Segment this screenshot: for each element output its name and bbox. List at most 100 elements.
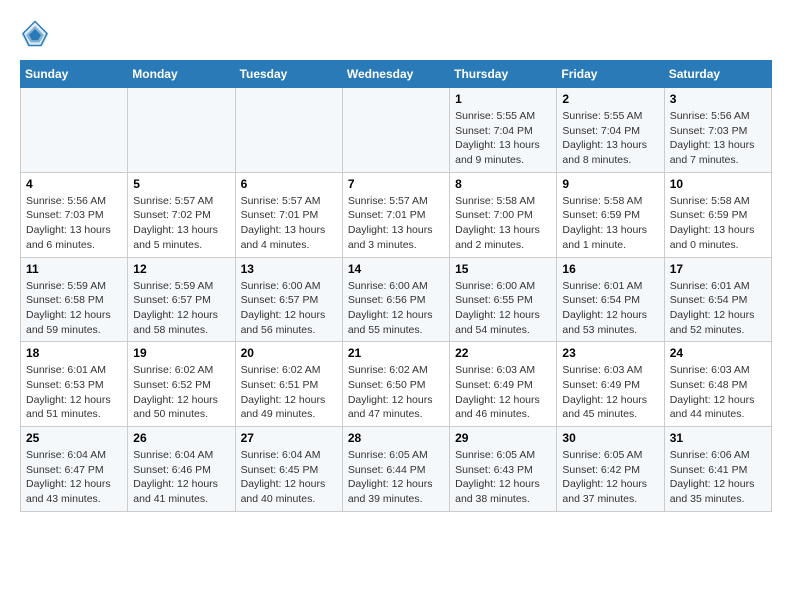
calendar-empty-cell [342,88,449,173]
day-info: Sunrise: 6:06 AM Sunset: 6:41 PM Dayligh… [670,448,766,507]
calendar-day-cell: 30 Sunrise: 6:05 AM Sunset: 6:42 PM Dayli… [557,427,664,512]
day-number: 26 [133,431,229,445]
calendar-day-cell: 14 Sunrise: 6:00 AM Sunset: 6:56 PM Dayli… [342,257,449,342]
calendar-day-cell: 21Sunrise: 6:02 AM Sunset: 6:50 PM Dayli… [342,342,449,427]
day-info: Sunrise: 5:58 AM Sunset: 7:00 PM Dayligh… [455,194,551,253]
day-info: Sunrise: 5:57 AM Sunset: 7:01 PM Dayligh… [241,194,337,253]
day-number: 4 [26,177,122,191]
calendar-day-cell: 12 Sunrise: 5:59 AM Sunset: 6:57 PM Dayli… [128,257,235,342]
calendar-day-cell: 31 Sunrise: 6:06 AM Sunset: 6:41 PM Dayli… [664,427,771,512]
day-info: Sunrise: 6:04 AM Sunset: 6:46 PM Dayligh… [133,448,229,507]
calendar-day-cell: 5Sunrise: 5:57 AM Sunset: 7:02 PM Daylig… [128,172,235,257]
calendar-week-row: 11 Sunrise: 5:59 AM Sunset: 6:58 PM Dayli… [21,257,772,342]
calendar-day-cell: 15Sunrise: 6:00 AM Sunset: 6:55 PM Dayli… [450,257,557,342]
day-info: Sunrise: 6:01 AM Sunset: 6:53 PM Dayligh… [26,363,122,422]
day-info: Sunrise: 6:03 AM Sunset: 6:48 PM Dayligh… [670,363,766,422]
calendar-day-cell: 19Sunrise: 6:02 AM Sunset: 6:52 PM Dayli… [128,342,235,427]
header-monday: Monday [128,61,235,88]
day-number: 28 [348,431,444,445]
day-info: Sunrise: 5:56 AM Sunset: 7:03 PM Dayligh… [26,194,122,253]
calendar-day-cell: 27 Sunrise: 6:04 AM Sunset: 6:45 PM Dayli… [235,427,342,512]
calendar-day-cell: 9 Sunrise: 5:58 AM Sunset: 6:59 PM Daylig… [557,172,664,257]
calendar-day-cell: 16Sunrise: 6:01 AM Sunset: 6:54 PM Dayli… [557,257,664,342]
header-tuesday: Tuesday [235,61,342,88]
calendar-day-cell: 23 Sunrise: 6:03 AM Sunset: 6:49 PM Dayli… [557,342,664,427]
day-number: 29 [455,431,551,445]
day-number: 11 [26,262,122,276]
day-info: Sunrise: 5:59 AM Sunset: 6:57 PM Dayligh… [133,279,229,338]
logo [20,20,56,50]
calendar-day-cell: 11 Sunrise: 5:59 AM Sunset: 6:58 PM Dayli… [21,257,128,342]
day-info: Sunrise: 6:04 AM Sunset: 6:45 PM Dayligh… [241,448,337,507]
day-number: 17 [670,262,766,276]
day-info: Sunrise: 6:05 AM Sunset: 6:43 PM Dayligh… [455,448,551,507]
day-number: 31 [670,431,766,445]
day-info: Sunrise: 6:03 AM Sunset: 6:49 PM Dayligh… [562,363,658,422]
calendar-header-row: SundayMondayTuesdayWednesdayThursdayFrid… [21,61,772,88]
day-info: Sunrise: 5:59 AM Sunset: 6:58 PM Dayligh… [26,279,122,338]
day-number: 7 [348,177,444,191]
day-number: 27 [241,431,337,445]
day-info: Sunrise: 5:58 AM Sunset: 6:59 PM Dayligh… [670,194,766,253]
day-info: Sunrise: 5:58 AM Sunset: 6:59 PM Dayligh… [562,194,658,253]
header-thursday: Thursday [450,61,557,88]
calendar-empty-cell [128,88,235,173]
header-wednesday: Wednesday [342,61,449,88]
calendar-day-cell: 13 Sunrise: 6:00 AM Sunset: 6:57 PM Dayli… [235,257,342,342]
day-number: 8 [455,177,551,191]
calendar-week-row: 4 Sunrise: 5:56 AM Sunset: 7:03 PM Daylig… [21,172,772,257]
calendar-day-cell: 20 Sunrise: 6:02 AM Sunset: 6:51 PM Dayli… [235,342,342,427]
calendar-day-cell: 22 Sunrise: 6:03 AM Sunset: 6:49 PM Dayli… [450,342,557,427]
day-number: 3 [670,92,766,106]
day-info: Sunrise: 6:00 AM Sunset: 6:57 PM Dayligh… [241,279,337,338]
calendar-day-cell: 28 Sunrise: 6:05 AM Sunset: 6:44 PM Dayli… [342,427,449,512]
day-info: Sunrise: 5:55 AM Sunset: 7:04 PM Dayligh… [455,109,551,168]
calendar-empty-cell [235,88,342,173]
calendar-day-cell: 18 Sunrise: 6:01 AM Sunset: 6:53 PM Dayli… [21,342,128,427]
day-number: 1 [455,92,551,106]
calendar-week-row: 18 Sunrise: 6:01 AM Sunset: 6:53 PM Dayli… [21,342,772,427]
calendar-day-cell: 7Sunrise: 5:57 AM Sunset: 7:01 PM Daylig… [342,172,449,257]
day-info: Sunrise: 6:02 AM Sunset: 6:51 PM Dayligh… [241,363,337,422]
day-info: Sunrise: 6:01 AM Sunset: 6:54 PM Dayligh… [670,279,766,338]
calendar-day-cell: 10 Sunrise: 5:58 AM Sunset: 6:59 PM Dayli… [664,172,771,257]
day-info: Sunrise: 6:01 AM Sunset: 6:54 PM Dayligh… [562,279,658,338]
day-number: 10 [670,177,766,191]
day-number: 25 [26,431,122,445]
day-info: Sunrise: 6:00 AM Sunset: 6:56 PM Dayligh… [348,279,444,338]
page-header [20,20,772,50]
day-number: 30 [562,431,658,445]
day-number: 6 [241,177,337,191]
calendar-week-row: 1 Sunrise: 5:55 AM Sunset: 7:04 PM Daylig… [21,88,772,173]
day-number: 2 [562,92,658,106]
calendar-day-cell: 29 Sunrise: 6:05 AM Sunset: 6:43 PM Dayli… [450,427,557,512]
day-number: 9 [562,177,658,191]
day-number: 5 [133,177,229,191]
day-info: Sunrise: 6:03 AM Sunset: 6:49 PM Dayligh… [455,363,551,422]
day-info: Sunrise: 6:04 AM Sunset: 6:47 PM Dayligh… [26,448,122,507]
day-number: 22 [455,346,551,360]
calendar-day-cell: 26 Sunrise: 6:04 AM Sunset: 6:46 PM Dayli… [128,427,235,512]
day-info: Sunrise: 6:05 AM Sunset: 6:42 PM Dayligh… [562,448,658,507]
logo-icon [20,20,50,50]
day-number: 18 [26,346,122,360]
day-number: 19 [133,346,229,360]
calendar-day-cell: 3 Sunrise: 5:56 AM Sunset: 7:03 PM Daylig… [664,88,771,173]
day-number: 14 [348,262,444,276]
day-info: Sunrise: 6:02 AM Sunset: 6:50 PM Dayligh… [348,363,444,422]
calendar-day-cell: 24Sunrise: 6:03 AM Sunset: 6:48 PM Dayli… [664,342,771,427]
day-info: Sunrise: 5:55 AM Sunset: 7:04 PM Dayligh… [562,109,658,168]
calendar-day-cell: 2 Sunrise: 5:55 AM Sunset: 7:04 PM Daylig… [557,88,664,173]
day-number: 12 [133,262,229,276]
day-number: 23 [562,346,658,360]
day-info: Sunrise: 6:00 AM Sunset: 6:55 PM Dayligh… [455,279,551,338]
calendar-table: SundayMondayTuesdayWednesdayThursdayFrid… [20,60,772,512]
calendar-day-cell: 6 Sunrise: 5:57 AM Sunset: 7:01 PM Daylig… [235,172,342,257]
header-saturday: Saturday [664,61,771,88]
day-number: 20 [241,346,337,360]
day-info: Sunrise: 5:56 AM Sunset: 7:03 PM Dayligh… [670,109,766,168]
day-number: 13 [241,262,337,276]
calendar-day-cell: 25 Sunrise: 6:04 AM Sunset: 6:47 PM Dayli… [21,427,128,512]
calendar-day-cell: 1 Sunrise: 5:55 AM Sunset: 7:04 PM Daylig… [450,88,557,173]
day-info: Sunrise: 6:05 AM Sunset: 6:44 PM Dayligh… [348,448,444,507]
